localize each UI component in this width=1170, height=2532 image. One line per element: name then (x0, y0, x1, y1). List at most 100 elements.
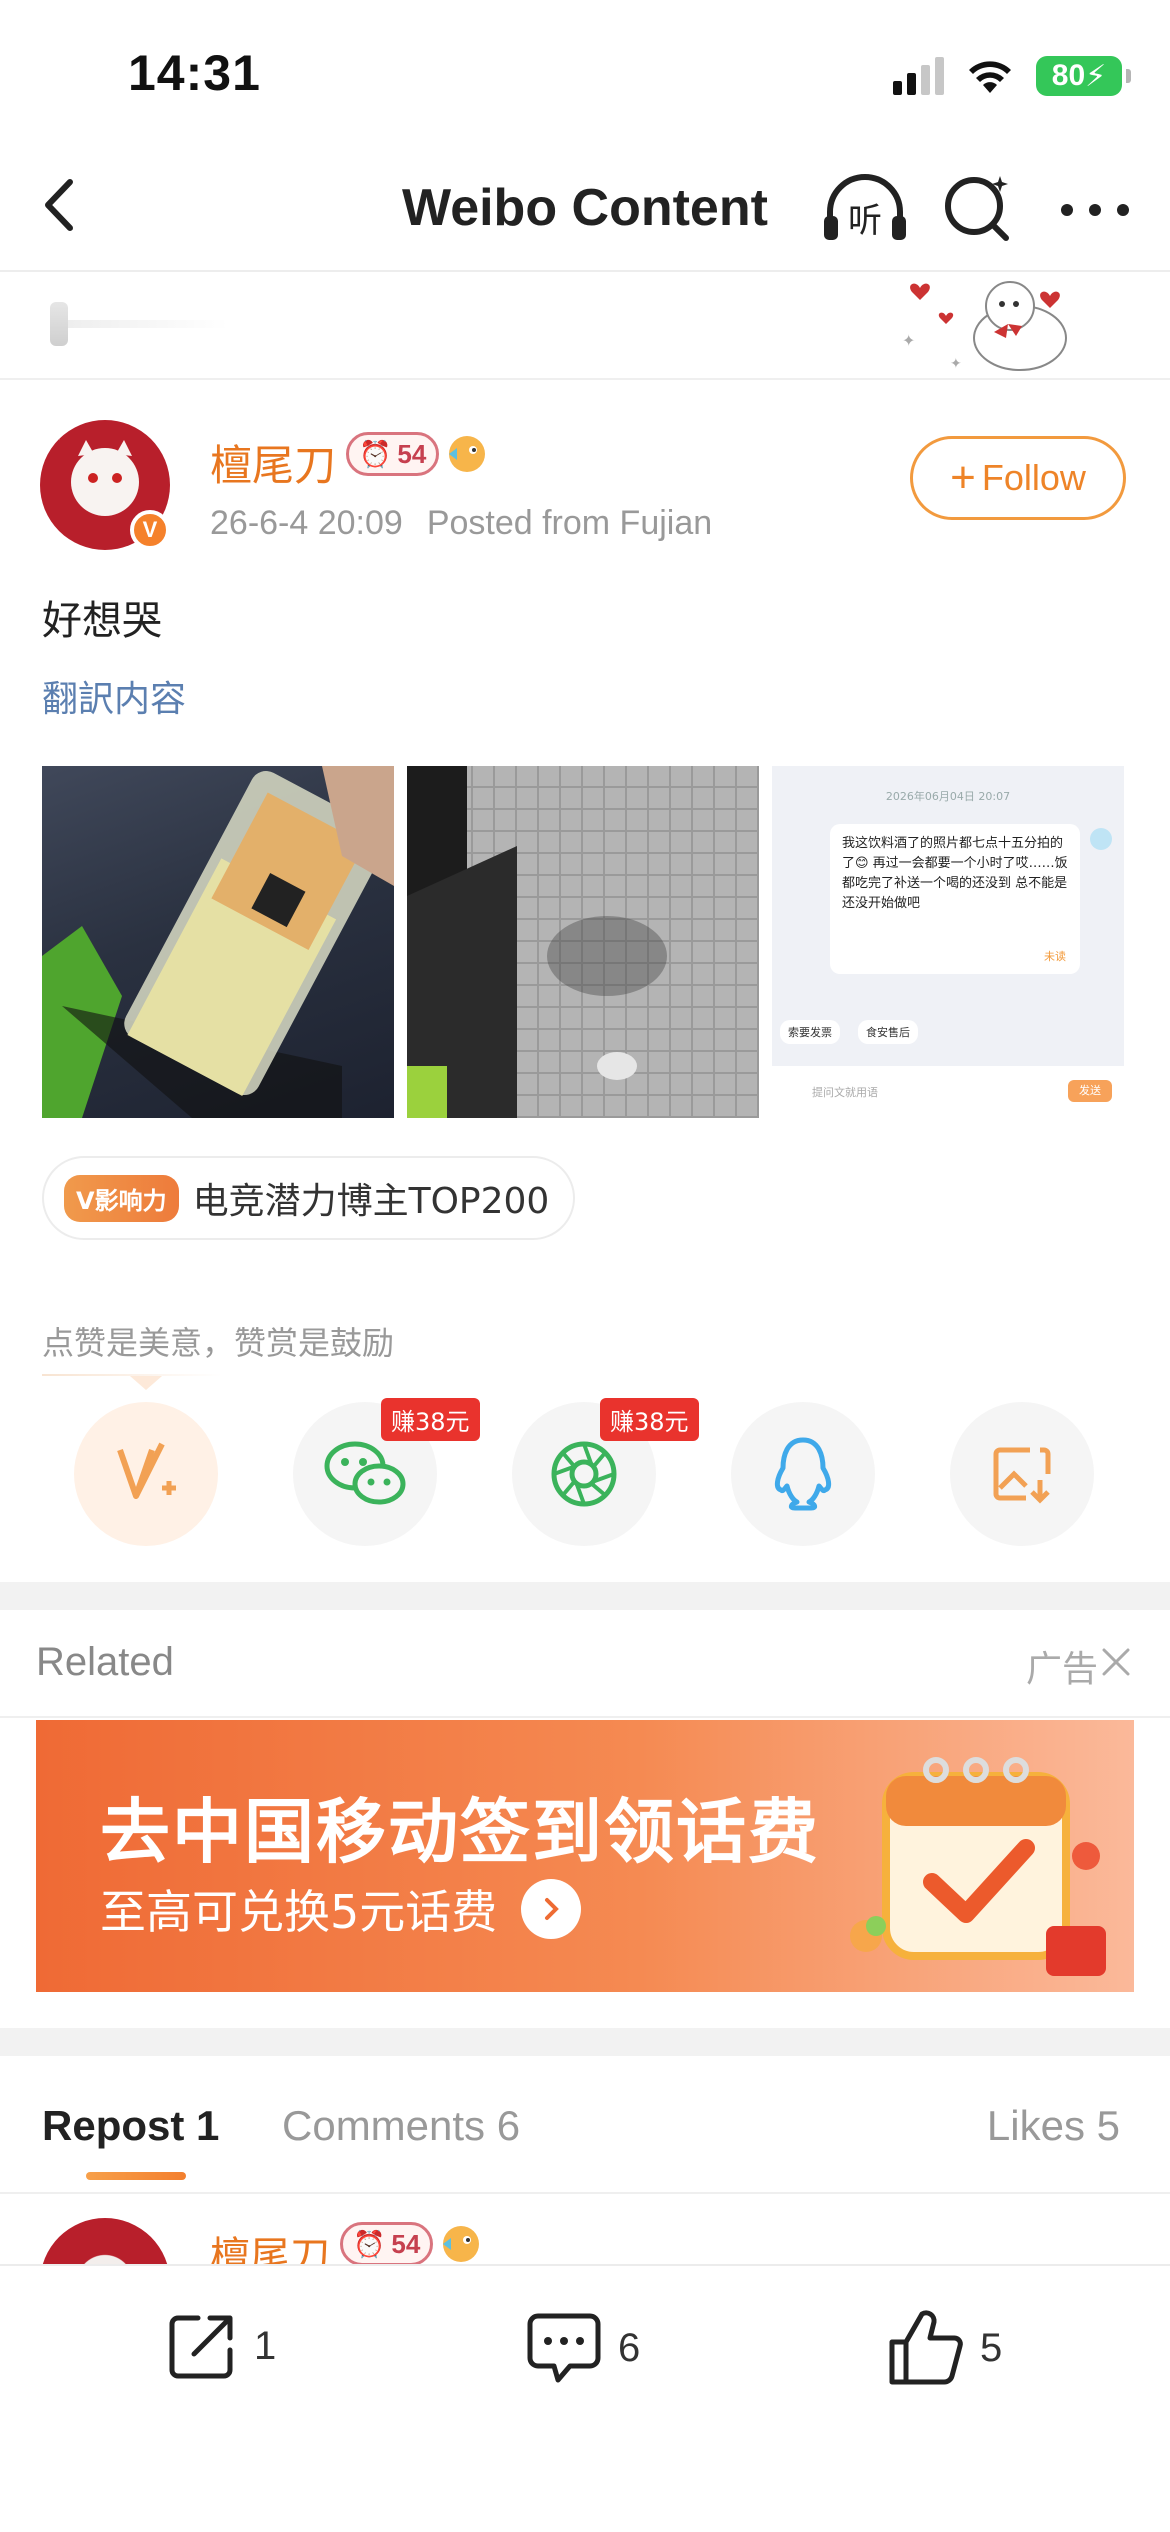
post-meta: 26-6-4 20:09 Posted from Fujian (210, 504, 712, 543)
post-text: 好想哭 (42, 598, 162, 644)
header-strip[interactable]: ✦ ✦ (0, 274, 1170, 380)
battery-icon: 80 ⚡ (1036, 56, 1131, 96)
save-image-icon (993, 1447, 1051, 1504)
share-wechat-button[interactable]: 赚38元 (293, 1398, 480, 1546)
level-badge[interactable]: ⏰ 54 (346, 432, 440, 476)
related-label: Related (36, 1640, 174, 1684)
chat-message-bubble: 我这饮料酒了的照片都七点十五分拍的了😊 再过一会都要一个小时了哎……饭都吃完了补… (830, 824, 1080, 974)
calendar-check-icon (850, 1757, 1106, 1976)
qq-penguin-icon (774, 1437, 832, 1511)
alarm-clock-icon: ⏰ (359, 438, 392, 469)
listen-icon[interactable]: 听 (820, 168, 910, 252)
wechat-icon (324, 1441, 406, 1505)
chat-status: 未读 (1044, 950, 1066, 963)
follow-label: Follow (981, 457, 1086, 498)
tab-repost[interactable]: Repost 1 (42, 2102, 219, 2150)
thumbs-up-icon (889, 2310, 963, 2385)
author-badges: ⏰ 54 (346, 432, 489, 476)
chat-input-bar: 提问文就用语 发送 (772, 1066, 1124, 1118)
listen-glyph: 听 (848, 201, 882, 241)
ad-label: 广告 (1025, 1649, 1098, 1690)
level-value: 54 (391, 2228, 421, 2259)
svg-text:✦: ✦ (50, 420, 68, 445)
post-image-drink-cup[interactable] (42, 766, 394, 1118)
section-divider (0, 1582, 1170, 1610)
ad-banner[interactable]: 去中国移动签到领话费 至高可兑换5元话费 (36, 1720, 1134, 1992)
alarm-clock-icon: ⏰ (353, 2228, 386, 2259)
svg-text:✦: ✦ (902, 333, 915, 350)
pufferfish-badge-icon (443, 2226, 480, 2262)
comment-icon (527, 2313, 601, 2383)
tabs: Repost 1 Comments 6 Likes 5 (0, 2056, 1170, 2194)
author-name[interactable]: 檀尾刀 (210, 432, 336, 493)
post-images: 2026年06月04日 20:07 我这饮料酒了的照片都七点十五分拍的了😊 再过… (42, 766, 1124, 1118)
chat-message: 我这饮料酒了的照片都七点十五分拍的了😊 再过一会都要一个小时了哎……饭都吃完了补… (842, 836, 1068, 911)
like-count: 5 (980, 2325, 1003, 2370)
level-value: 54 (397, 438, 427, 469)
more-icon[interactable] (1055, 180, 1135, 240)
drink-cup-photo-icon (42, 766, 394, 1118)
post-timestamp: 26-6-4 20:09 (210, 504, 403, 542)
repost-count: 1 (254, 2323, 277, 2368)
reward-caption: 点赞是美意，赞赏是鼓励 (42, 1324, 395, 1362)
chat-input-placeholder: 提问文就用语 (812, 1086, 878, 1099)
repost-author-badges: ⏰ 54 (340, 2222, 483, 2266)
comment-count: 6 (618, 2325, 641, 2370)
like-button[interactable]: 5 (886, 2308, 1002, 2388)
quick-reply-food-safety: 食安售后 (858, 1020, 918, 1044)
nav-bar: Weibo Content 听 (0, 150, 1170, 272)
chat-date: 2026年06月04日 20:07 (885, 790, 1011, 803)
post-location: Posted from Fujian (426, 504, 713, 542)
share-moments-button[interactable]: 赚38元 (512, 1398, 699, 1546)
battery-level: 80 (1051, 59, 1086, 92)
influence-label: 电竞潜力博主TOP200 (192, 1181, 550, 1222)
wifi-icon (969, 61, 1011, 93)
plus-icon: + (950, 453, 976, 502)
related-divider (0, 1716, 1170, 1718)
influence-tag[interactable]: V影响力 电竞潜力博主TOP200 (42, 1156, 576, 1240)
ad-subtitle-row: 至高可兑换5元话费 (100, 1876, 582, 1942)
repost-button[interactable]: 1 (164, 2308, 276, 2384)
earn-badge: 赚38元 (381, 1398, 480, 1441)
status-icons: 80 ⚡ (893, 56, 1131, 96)
chat-avatar-icon (1090, 828, 1112, 850)
moments-aperture-icon (551, 1441, 617, 1507)
tab-comments[interactable]: Comments 6 (282, 2102, 520, 2150)
strip-marker (50, 302, 68, 346)
reward-button[interactable] (74, 1402, 218, 1546)
status-bar: 14:31 80 ⚡ (0, 0, 1170, 150)
post-image-tiled-floor[interactable] (407, 766, 759, 1118)
comment-button[interactable]: 6 (524, 2308, 640, 2388)
ad-subtitle: 至高可兑换5元话费 (100, 1885, 498, 1939)
bottom-action-bar: 1 6 5 (0, 2264, 1170, 2532)
ad-arrow-icon (521, 1879, 582, 1939)
post-image-chat-screenshot[interactable]: 2026年06月04日 20:07 我这饮料酒了的照片都七点十五分拍的了😊 再过… (772, 766, 1124, 1118)
follow-button[interactable]: + Follow (910, 436, 1126, 520)
reward-v-plus-icon (117, 1442, 176, 1499)
reward-pointer (130, 1376, 162, 1390)
search-icon[interactable] (940, 168, 1020, 248)
tab-indicator (86, 2172, 186, 2180)
earn-badge: 赚38元 (600, 1398, 699, 1441)
cartoon-dog-sticker-icon: ✦ ✦ (902, 281, 1067, 371)
level-badge: ⏰ 54 (340, 2222, 434, 2266)
cellular-signal-icon (893, 57, 944, 95)
ad-title: 去中国移动签到领话费 (100, 1791, 820, 1873)
verified-badge-icon: V (130, 510, 170, 550)
influence-badge: V影响力 (64, 1174, 179, 1222)
tiled-floor-photo-icon (407, 766, 759, 1118)
pufferfish-badge-icon[interactable] (445, 432, 489, 476)
save-image-button[interactable] (950, 1402, 1094, 1546)
repost-icon (169, 2315, 233, 2379)
quick-reply-invoice: 索要发票 (780, 1020, 840, 1044)
section-divider (0, 2028, 1170, 2056)
strip-divider (68, 320, 228, 328)
tab-likes[interactable]: Likes 5 (987, 2102, 1120, 2150)
share-qq-button[interactable] (731, 1402, 875, 1546)
status-time: 14:31 (128, 45, 261, 101)
ad-close-icon[interactable] (1098, 1644, 1134, 1680)
svg-text:✦: ✦ (950, 355, 962, 371)
translate-link[interactable]: 翻訳内容 (42, 670, 186, 722)
share-row: 赚38元 赚38元 (74, 1398, 1094, 1546)
chat-send-button: 发送 (1068, 1080, 1112, 1102)
